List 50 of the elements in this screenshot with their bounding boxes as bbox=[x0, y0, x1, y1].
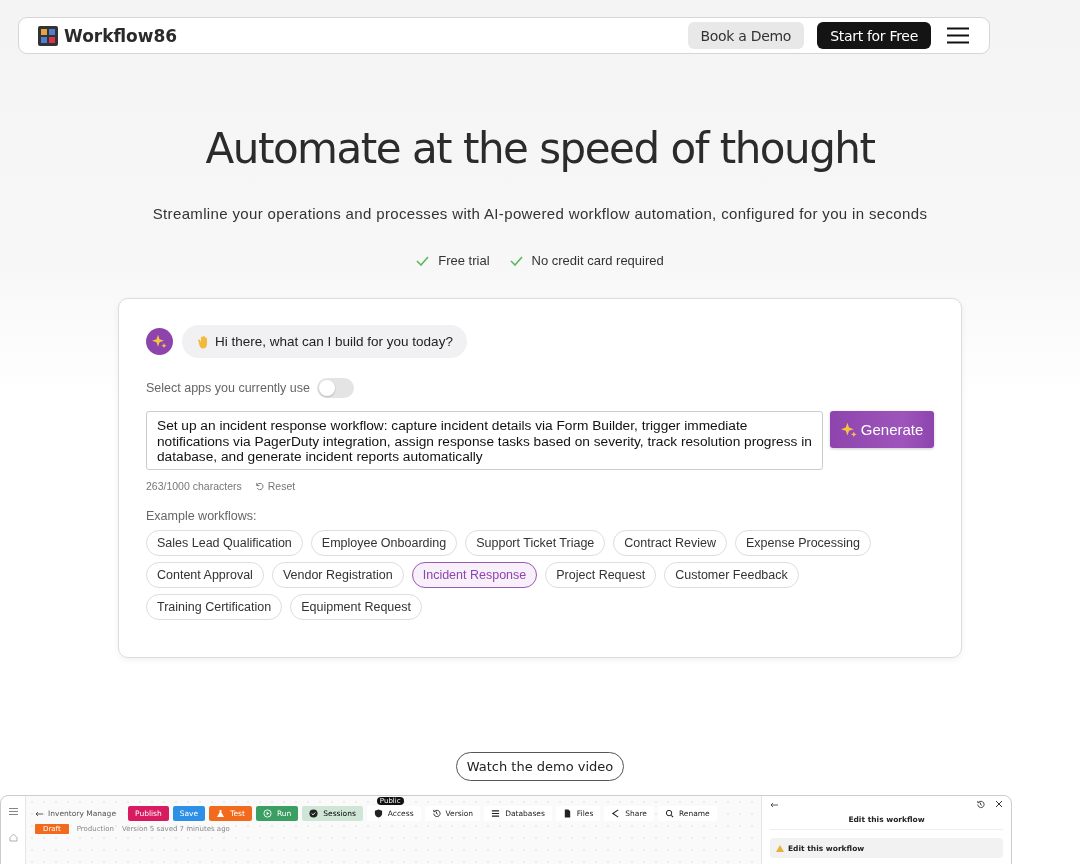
sparkle-icon bbox=[152, 334, 167, 349]
sparkle-icon bbox=[840, 421, 857, 438]
example-chip[interactable]: Vendor Registration bbox=[271, 562, 404, 588]
check-icon bbox=[509, 255, 523, 266]
feature-label: Free trial bbox=[438, 253, 490, 268]
hero-title: Automate at the speed of thought bbox=[205, 124, 875, 173]
check-icon bbox=[416, 255, 430, 266]
greeting-text: Hi there, what can I build for you today? bbox=[215, 334, 453, 349]
menu-icon[interactable] bbox=[947, 27, 969, 44]
reset-icon bbox=[254, 481, 264, 491]
toolbar-icon bbox=[373, 809, 383, 818]
toolbar-icon bbox=[216, 809, 226, 818]
example-chip[interactable]: Content Approval bbox=[146, 562, 264, 588]
back-arrow-icon[interactable] bbox=[770, 801, 778, 808]
toolbar-icon bbox=[562, 809, 572, 818]
toolbar-icon bbox=[431, 809, 441, 818]
example-chip[interactable]: Support Ticket Triage bbox=[465, 530, 606, 556]
example-chip[interactable]: Sales Lead Qualification bbox=[146, 530, 303, 556]
hero-subtitle: Streamline your operations and processes with AI-powered workflow automation, configured for you in seconds bbox=[152, 205, 928, 222]
history-icon[interactable] bbox=[976, 800, 985, 809]
example-chip[interactable]: Expense Processing bbox=[735, 530, 871, 556]
feature-label: No credit card required bbox=[531, 253, 664, 268]
example-chip[interactable]: Customer Feedback bbox=[664, 562, 799, 588]
brand-name: Workflow86 bbox=[64, 25, 178, 46]
demo-video-button[interactable]: Watch the demo video bbox=[455, 752, 625, 781]
examples-label: Example workflows: bbox=[146, 509, 258, 523]
start-button[interactable]: Start for Free bbox=[817, 22, 931, 49]
example-chip[interactable]: Equipment Request bbox=[290, 594, 422, 620]
back-arrow-icon[interactable] bbox=[35, 810, 43, 817]
waving-hand-icon bbox=[196, 334, 210, 349]
toolbar-icon bbox=[491, 809, 501, 818]
example-chip[interactable]: Employee Onboarding bbox=[310, 530, 458, 556]
toolbar-icon bbox=[664, 809, 674, 818]
demo-button[interactable]: Book a Demo bbox=[687, 22, 805, 49]
example-chip[interactable]: Incident Response bbox=[411, 562, 538, 588]
toolbar-icon bbox=[262, 809, 272, 818]
generate-button[interactable]: Generate bbox=[830, 411, 934, 448]
toolbar-icon bbox=[611, 809, 621, 818]
toolbar-icon bbox=[309, 809, 319, 818]
logo-icon bbox=[38, 25, 58, 46]
example-chip[interactable]: Project Request bbox=[545, 562, 657, 588]
warning-icon bbox=[776, 844, 784, 852]
prompt-field[interactable]: Set up an incident response workflow: capture incident details via Form Builder, trigger immediate notifications via PagerDuty integration, assign response tasks based on severity, track resolution progress in database, and generate incident reports automatically bbox=[146, 411, 824, 470]
character-count: 263/1000 characters bbox=[146, 480, 242, 492]
example-chip[interactable]: Contract Review bbox=[613, 530, 728, 556]
reset-button[interactable]: Reset bbox=[254, 480, 296, 492]
apps-toggle[interactable] bbox=[317, 378, 354, 398]
example-chip[interactable]: Training Certification bbox=[146, 594, 283, 620]
close-icon[interactable] bbox=[995, 800, 1003, 808]
toggle-label: Select apps you currently use bbox=[146, 381, 310, 395]
